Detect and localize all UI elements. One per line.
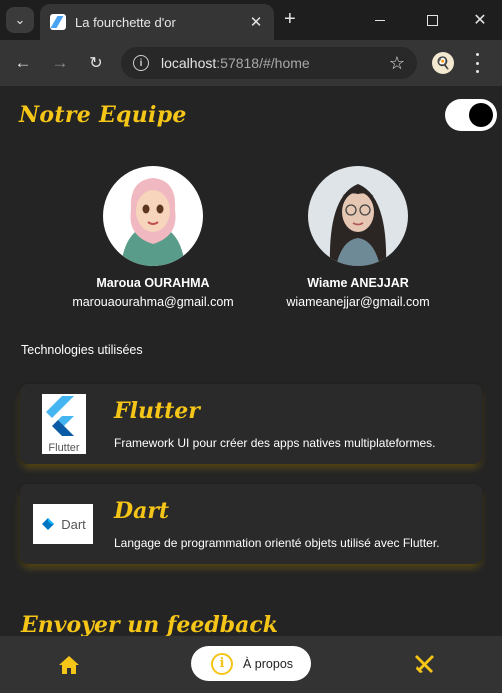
browser-tab[interactable]: La fourchette d'or ✕	[40, 4, 274, 40]
avatar	[103, 166, 203, 266]
window-close-button[interactable]: ✕	[468, 8, 492, 32]
technologies-label: Technologies utilisées	[21, 343, 143, 357]
tab-search-button[interactable]: ⌄	[6, 7, 34, 33]
forward-button[interactable]: →	[48, 51, 72, 75]
page-title: Notre Equipe	[19, 102, 187, 128]
favicon-icon	[50, 14, 66, 30]
member-email: wiameanejjar@gmail.com	[286, 295, 430, 309]
member-email: marouaourahma@gmail.com	[72, 295, 234, 309]
maximize-button[interactable]	[420, 8, 444, 32]
info-icon: i	[211, 652, 233, 675]
toggle-knob	[469, 103, 493, 127]
info-icon[interactable]: i	[133, 55, 149, 71]
tech-description: Langage de programmation orienté objets …	[114, 536, 440, 550]
profile-avatar[interactable]: 🍳	[432, 52, 454, 74]
about-label: À propos	[243, 656, 294, 671]
dart-logo-text: Dart	[61, 516, 86, 532]
flutter-logo-text: Flutter	[48, 442, 80, 454]
home-icon[interactable]	[57, 653, 81, 677]
plus-icon: +	[284, 8, 296, 30]
reload-button[interactable]: ↻	[84, 51, 108, 75]
url-path: :57818/#/home	[216, 55, 310, 71]
url-text[interactable]: localhost:57818/#/home	[161, 55, 389, 71]
reload-icon: ↻	[89, 55, 103, 72]
minimize-button[interactable]	[368, 8, 392, 32]
bottom-navigation: i À propos	[0, 636, 502, 693]
tech-card-flutter: Flutter Flutter Framework UI pour créer …	[20, 384, 482, 464]
more-vertical-icon[interactable]	[474, 53, 480, 73]
tech-name: Flutter	[114, 398, 200, 424]
tech-description: Framework UI pour créer des apps natives…	[114, 436, 436, 450]
arrow-right-icon: →	[51, 53, 69, 72]
chevron-down-icon: ⌄	[14, 12, 26, 27]
dart-icon	[42, 518, 55, 530]
star-icon[interactable]: ☆	[389, 53, 405, 74]
member-name: Wiame ANEJJAR	[307, 276, 409, 290]
browser-toolbar: ← → ↻ i localhost:57818/#/home ☆ 🍳	[0, 40, 502, 86]
chef-hat-icon: 🍳	[435, 56, 451, 70]
dart-logo: Dart	[33, 504, 93, 544]
member-name: Maroua OURAHMA	[96, 276, 210, 290]
flutter-logo: Flutter	[42, 394, 86, 454]
arrow-left-icon: ←	[14, 53, 32, 72]
tech-name: Dart	[114, 498, 170, 524]
app-content: Notre Equipe Maroua OURAHMA marouaourahm…	[0, 86, 502, 636]
about-button[interactable]: i À propos	[191, 646, 311, 681]
fork-knife-icon[interactable]	[413, 652, 437, 676]
avatar	[308, 166, 408, 266]
theme-toggle[interactable]	[445, 99, 497, 131]
tab-title: La fourchette d'or	[75, 14, 176, 30]
browser-tabstrip: ⌄ La fourchette d'or ✕ + ✕	[0, 0, 502, 40]
team-member-card: Maroua OURAHMA marouaourahma@gmail.com	[63, 166, 243, 309]
url-host: localhost	[161, 55, 217, 71]
team-member-card: Wiame ANEJJAR wiameanejjar@gmail.com	[268, 166, 448, 309]
back-button[interactable]: ←	[11, 51, 35, 75]
feedback-title: Envoyer un feedback	[21, 612, 279, 636]
tech-card-dart: Dart Dart Langage de programmation orien…	[20, 484, 482, 564]
address-bar[interactable]: i localhost:57818/#/home ☆	[121, 47, 417, 79]
close-icon[interactable]: ✕	[248, 13, 264, 31]
new-tab-button[interactable]: +	[284, 9, 296, 29]
